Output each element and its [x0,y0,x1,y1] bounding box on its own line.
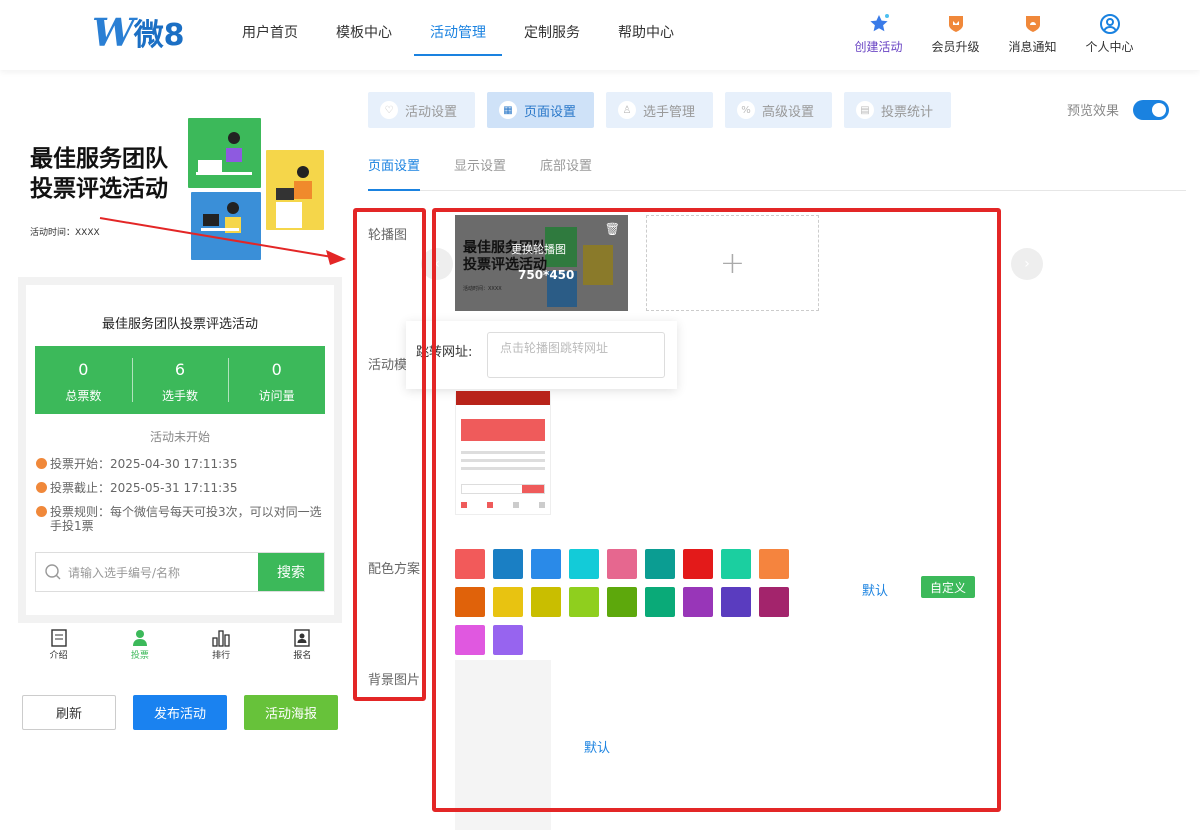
settings-steps: ♡ 活动设置 ▦ 页面设置 ♙ 选手管理 % 高级设置 ▤ 投票统计 [368,92,963,128]
step-advanced-settings[interactable]: % 高级设置 [725,92,832,128]
annotation-box-content [432,208,1001,812]
preview-toggle[interactable] [1133,100,1169,120]
step-vote-stats[interactable]: ▤ 投票统计 [844,92,951,128]
preview-effect-label: 预览效果 [1067,104,1120,119]
step-page-settings[interactable]: ▦ 页面设置 [487,92,594,128]
tab-page-settings[interactable]: 页面设置 [368,155,421,191]
user-icon: ♙ [618,101,636,119]
tab-footer-settings[interactable]: 底部设置 [540,155,592,191]
sub-tabs: 页面设置 显示设置 底部设置 [368,155,1186,191]
annotation-box-labels [353,208,426,701]
step-contestant-management[interactable]: ♙ 选手管理 [606,92,713,128]
percent-icon: % [737,101,755,119]
carousel-next-button[interactable]: › [1011,248,1043,280]
grid-icon: ▦ [499,101,517,119]
stats-icon: ▤ [856,101,874,119]
tab-display-settings[interactable]: 显示设置 [454,155,506,191]
heart-icon: ♡ [380,101,398,119]
step-activity-settings[interactable]: ♡ 活动设置 [368,92,475,128]
